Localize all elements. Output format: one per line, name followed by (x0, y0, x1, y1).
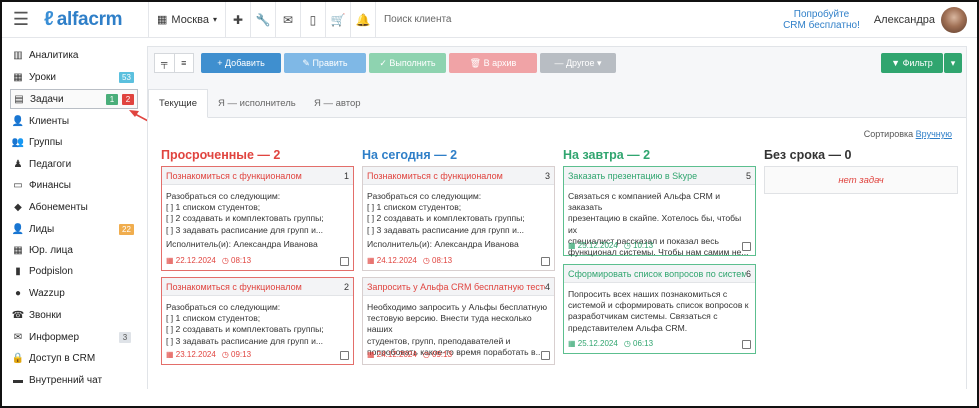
task-time: 09:13 (432, 350, 453, 359)
task-number: 1 (343, 170, 349, 181)
task-title[interactable]: Познакомиться с функционалом (166, 171, 344, 181)
clock-icon: ◷ (623, 241, 634, 250)
calendar-icon: ▦ (166, 350, 176, 359)
task-time: 06:13 (633, 339, 654, 348)
task-title[interactable]: Познакомиться с функционалом (367, 171, 545, 181)
task-text: разработчикам системы. Связаться с (568, 311, 718, 322)
column-overdue-title: Просроченные — 2 (161, 148, 281, 162)
task-date: 22.12.2024 (175, 256, 216, 265)
task-date: 23.12.2024 (175, 350, 216, 359)
tab-assignee[interactable]: Я — исполнитель (208, 89, 306, 118)
column-no-deadline-title: Без срока — 0 (764, 148, 852, 162)
sort-mode-link[interactable]: Вручную (916, 129, 952, 139)
task-time: 09:13 (231, 350, 252, 359)
task-text: Необходимо запросить у Альфы бесплатную (367, 302, 548, 312)
task-title[interactable]: Заказать презентацию в Skype (568, 171, 746, 181)
task-text: презентацию в скайпе. Хотелось бы, чтобы… (568, 213, 742, 235)
calendar-icon: ▦ (568, 339, 578, 348)
task-text: Попросить всех наших познакомиться с (568, 289, 728, 299)
calendar-icon: ▦ (367, 256, 377, 265)
other-dropdown[interactable]: — Другое ▾ (540, 53, 616, 73)
task-assignee: Исполнитель(и): Александра Иванова (166, 238, 318, 249)
task-text: представителем Альфа CRM. (568, 322, 688, 333)
calendar-icon: ▦ (367, 350, 377, 359)
task-text: [ ] 1 списком студентов; (367, 202, 462, 213)
column-tomorrow-title: На завтра — 2 (563, 148, 651, 162)
complete-checkbox[interactable] (340, 257, 349, 266)
task-date: 25.12.2024 (577, 339, 618, 348)
clock-icon: ◷ (422, 350, 433, 359)
task-text: студентов, групп, преподавателей и (367, 335, 511, 346)
filter-dropdown-button[interactable]: ▾ (944, 53, 962, 73)
task-date: 24.12.2024 (376, 256, 417, 265)
task-card[interactable]: Сформировать список вопросов по системе 6… (563, 264, 756, 354)
app-window: ☰ ℓ alfacrm ▦ Москва ▾ ✚ 🔧 ✉ ▯ 🛒 🔔 Поиск… (0, 0, 979, 408)
calendar-icon: ▦ (568, 241, 578, 250)
task-text: [ ] 2 создавать и комплектовать группы; (166, 324, 324, 335)
task-number: 5 (745, 170, 751, 181)
complete-checkbox[interactable] (541, 257, 550, 266)
filter-button[interactable]: ▼ Фильтр (881, 53, 943, 73)
task-tabs: Текущие Я — исполнитель Я — автор (148, 89, 966, 118)
task-text: Разобраться со следующим: (166, 302, 281, 312)
task-card[interactable]: Познакомиться с функционалом 1 Разобратьс… (161, 166, 354, 271)
task-number: 4 (544, 281, 550, 292)
task-card[interactable]: Познакомиться с функционалом 3 Разобратьс… (362, 166, 555, 271)
task-text: [ ] 2 создавать и комплектовать группы; (166, 213, 324, 224)
task-text: системой и сформировать список вопросов … (568, 300, 749, 311)
task-title[interactable]: Сформировать список вопросов по системе (568, 269, 746, 279)
tab-author[interactable]: Я — автор (304, 89, 371, 118)
task-assignee: Исполнитель(и): Александра Иванова (367, 238, 519, 249)
kanban-view-icon[interactable]: ╤ (155, 54, 175, 72)
task-card[interactable]: Заказать презентацию в Skype 5 Связаться … (563, 166, 756, 257)
no-tasks-placeholder: нет задач (764, 166, 958, 194)
task-text: Разобраться со следующим: (367, 191, 482, 201)
task-card[interactable]: Запросить у Альфа CRM бесплатную тесто..… (362, 277, 555, 365)
complete-checkbox[interactable] (340, 351, 349, 360)
complete-button[interactable]: ✓ Выполнить (369, 53, 446, 73)
chevron-down-icon: ▾ (950, 57, 956, 68)
task-text: Связаться с компанией Альфа CRM и заказа… (568, 191, 721, 213)
clock-icon: ◷ (422, 256, 433, 265)
kanban-board: Сортировка Вручную Просроченные — 2 На с… (148, 118, 966, 389)
task-text: [ ] 1 списком студентов; (166, 202, 261, 213)
task-title[interactable]: Запросить у Альфа CRM бесплатную тесто..… (367, 282, 545, 292)
list-view-icon[interactable]: ≡ (175, 54, 194, 72)
complete-checkbox[interactable] (541, 351, 550, 360)
archive-button[interactable]: 🗑 В архив (449, 53, 537, 73)
toolbar: ╤ ≡ + Добавить ✎ Править ✓ Выполнить 🗑 В… (148, 47, 966, 79)
task-text: [ ] 1 списком студентов; (166, 313, 261, 324)
column-today-title: На сегодня — 2 (362, 148, 458, 162)
view-toggle: ╤ ≡ (154, 53, 194, 73)
task-time: 08:13 (432, 256, 453, 265)
complete-checkbox[interactable] (742, 340, 751, 349)
task-text: [ ] 3 задавать расписание для групп и... (367, 224, 525, 235)
clock-icon: ◷ (623, 339, 634, 348)
task-number: 3 (544, 170, 550, 181)
sort-label: Сортировка (863, 129, 914, 139)
task-text: [ ] 3 задавать расписание для групп и... (166, 335, 324, 346)
tasks-panel: ╤ ≡ + Добавить ✎ Править ✓ Выполнить 🗑 В… (147, 46, 967, 389)
tab-current[interactable]: Текущие (148, 89, 208, 118)
task-date: 25.12.2024 (577, 241, 618, 250)
task-time: 08:13 (231, 256, 252, 265)
calendar-icon: ▦ (166, 256, 176, 265)
task-date: 24.12.2024 (376, 350, 417, 359)
task-card[interactable]: Познакомиться с функционалом 2 Разобратьс… (161, 277, 354, 365)
edit-button[interactable]: ✎ Править (284, 53, 366, 73)
task-text: [ ] 3 задавать расписание для групп и... (166, 224, 324, 235)
task-text: тестовую версию. Внести туда несколько н… (367, 313, 532, 335)
add-button[interactable]: + Добавить (201, 53, 281, 73)
task-text: Разобраться со следующим: (166, 191, 281, 201)
clock-icon: ◷ (221, 256, 232, 265)
clock-icon: ◷ (221, 350, 232, 359)
complete-checkbox[interactable] (742, 242, 751, 251)
sort-control: Сортировка Вручную (864, 129, 952, 139)
task-number: 6 (745, 268, 751, 279)
task-text: [ ] 2 создавать и комплектовать группы; (367, 213, 525, 224)
task-title[interactable]: Познакомиться с функционалом (166, 282, 344, 292)
task-time: 10:13 (633, 241, 654, 250)
task-number: 2 (343, 281, 349, 292)
